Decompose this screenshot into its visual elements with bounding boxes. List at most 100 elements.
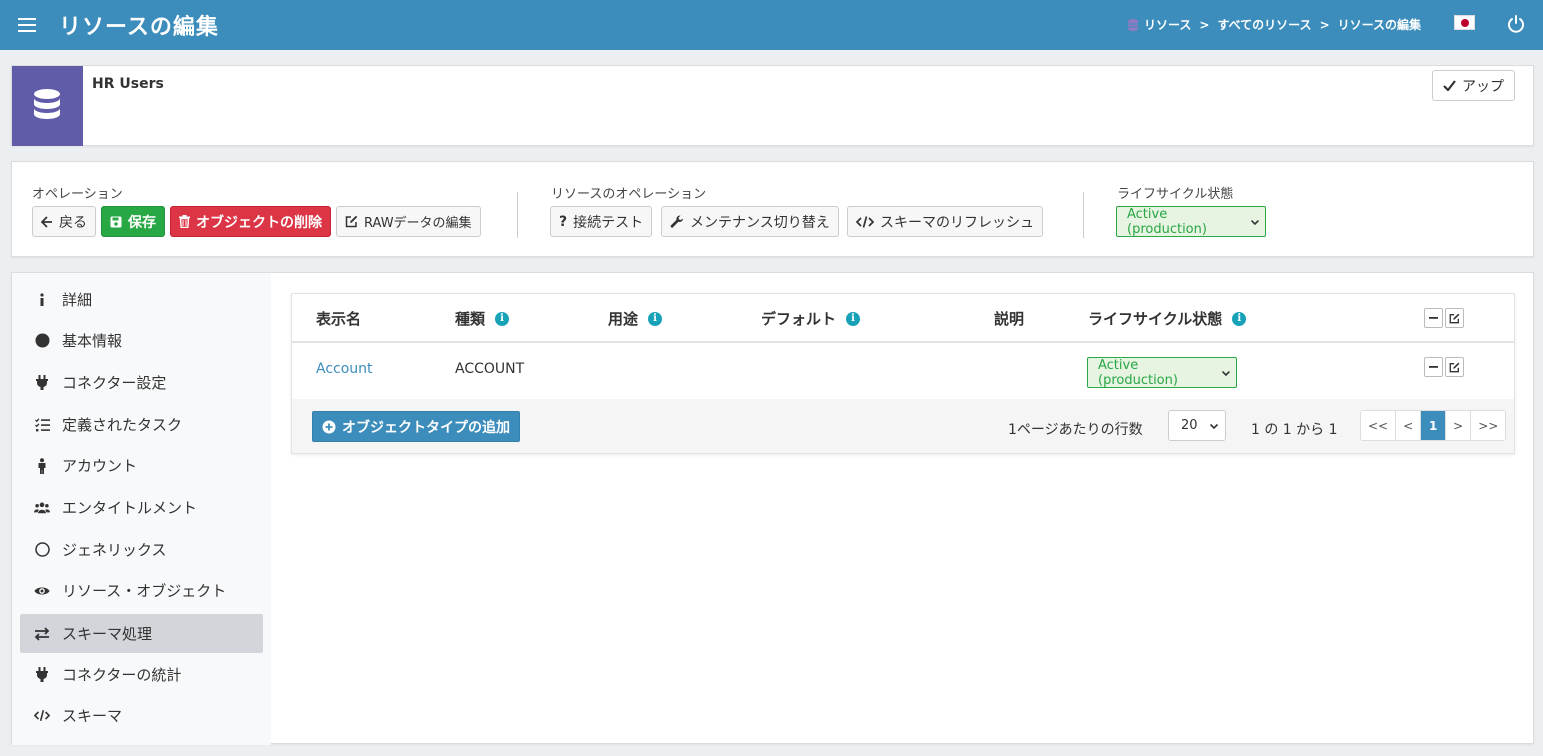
- column-header-default[interactable]: デフォルト i: [761, 308, 861, 329]
- edit-icon: [1449, 362, 1460, 372]
- display-name-link[interactable]: Account: [316, 361, 373, 377]
- info-icon[interactable]: i: [495, 311, 510, 326]
- object-summary-card: HR Users アップ: [11, 65, 1534, 146]
- column-header-description[interactable]: 説明: [994, 308, 1024, 329]
- object-name: HR Users: [92, 76, 164, 92]
- circle-outline-icon: [34, 542, 50, 558]
- add-object-type-button[interactable]: オブジェクトタイプの追加: [312, 411, 520, 442]
- rows-per-page-select[interactable]: 20: [1168, 410, 1226, 441]
- sidebar-item-label: アカウント: [62, 457, 138, 475]
- edit-raw-button[interactable]: RAWデータの編集: [336, 206, 481, 237]
- chevron-down-icon: [1222, 370, 1231, 376]
- person-icon: [34, 457, 50, 474]
- kind-cell: ACCOUNT: [455, 361, 525, 377]
- japan-flag-icon[interactable]: [1454, 15, 1475, 30]
- object-types-table: 表示名 種類 i 用途 i デフォルト i 説明 ライフサイクル状態 i Account…: [291, 293, 1515, 454]
- users-icon: [34, 500, 50, 516]
- chevron-down-icon: [1251, 219, 1260, 225]
- resource-operations-label: リソースのオペレーション: [551, 187, 707, 202]
- sidebar-item-resource-objects[interactable]: リソース・オブジェクト: [20, 571, 263, 610]
- column-header-label: ライフサイクル状態: [1088, 310, 1223, 328]
- delete-object-button-label: オブジェクトの削除: [196, 214, 322, 231]
- power-icon[interactable]: [1506, 14, 1526, 34]
- column-header-display-name[interactable]: 表示名: [316, 308, 361, 329]
- sidebar-item-label: ジェネリックス: [62, 541, 167, 559]
- plug-icon: [34, 375, 50, 391]
- info-icon[interactable]: i: [648, 311, 663, 326]
- code-icon: [34, 708, 50, 724]
- delete-object-button[interactable]: オブジェクトの削除: [170, 206, 331, 237]
- sidebar-item-label: コネクターの統計: [62, 666, 182, 684]
- breadcrumb-item-resources[interactable]: リソース: [1144, 16, 1191, 33]
- sidebar-item-tasks[interactable]: 定義されたタスク: [20, 405, 263, 444]
- exchange-icon: [34, 626, 50, 642]
- trash-icon: [179, 215, 190, 228]
- operations-label: オペレーション: [32, 187, 123, 202]
- table-header: 表示名 種類 i 用途 i デフォルト i 説明 ライフサイクル状態 i: [292, 294, 1514, 343]
- save-button-label: 保存: [128, 214, 156, 231]
- back-button[interactable]: 戻る: [32, 206, 96, 237]
- column-header-intent[interactable]: 用途 i: [608, 308, 663, 329]
- rows-per-page-label: 1ページあたりの行数: [1008, 422, 1143, 438]
- column-header-label: 用途: [608, 310, 639, 328]
- save-button[interactable]: 保存: [101, 206, 165, 237]
- row-lifecycle-select[interactable]: Active (production): [1087, 357, 1237, 388]
- row-lifecycle-value: Active (production): [1098, 357, 1178, 388]
- eye-icon: [34, 583, 50, 599]
- sidebar-item-basic[interactable]: 基本情報: [20, 321, 263, 360]
- last-page-button[interactable]: >>: [1471, 411, 1506, 440]
- edit-all-button[interactable]: [1445, 308, 1464, 328]
- rows-per-page-value: 20: [1181, 418, 1198, 433]
- info-icon[interactable]: i: [1232, 311, 1247, 326]
- sidebar-item-entitlements[interactable]: エンタイトルメント: [20, 488, 263, 527]
- database-icon: [1128, 18, 1138, 31]
- sidebar-item-accounts[interactable]: アカウント: [20, 446, 263, 485]
- test-connection-button[interactable]: ? 接続テスト: [550, 206, 653, 237]
- sidebar-item-connector-stats[interactable]: コネクターの統計: [20, 655, 263, 694]
- collapse-all-button[interactable]: [1424, 308, 1443, 328]
- sidebar-item-connector-config[interactable]: コネクター設定: [20, 363, 263, 402]
- up-button[interactable]: アップ: [1432, 70, 1515, 101]
- add-object-type-label: オブジェクトタイプの追加: [342, 419, 510, 436]
- first-page-button[interactable]: <<: [1361, 411, 1397, 440]
- toggle-maintenance-button-label: メンテナンス切り替え: [690, 214, 830, 231]
- divider: [1083, 192, 1084, 238]
- test-connection-button-label: 接続テスト: [573, 214, 644, 231]
- refresh-schema-button-label: スキーマのリフレッシュ: [880, 214, 1034, 231]
- plug-icon: [34, 667, 50, 683]
- menu-toggle-icon[interactable]: [18, 14, 36, 36]
- prev-page-button[interactable]: <: [1396, 411, 1422, 440]
- edit-row-button[interactable]: [1445, 357, 1464, 377]
- column-header-lifecycle[interactable]: ライフサイクル状態 i: [1088, 308, 1247, 329]
- page-1-button[interactable]: 1: [1421, 411, 1447, 440]
- sidebar-item-schema-handling[interactable]: スキーマ処理: [20, 614, 263, 653]
- top-header: リソースの編集 リソース > すべてのリソース > リソースの編集: [0, 0, 1543, 50]
- collapse-row-button[interactable]: [1424, 357, 1443, 377]
- lifecycle-state-select[interactable]: Active (production): [1116, 206, 1266, 237]
- sidebar-item-label: コネクター設定: [62, 374, 167, 392]
- breadcrumb-item-all-resources[interactable]: すべてのリソース: [1217, 16, 1311, 33]
- edit-raw-button-label: RAWデータの編集: [364, 216, 472, 231]
- minus-icon: [1429, 366, 1438, 368]
- sidebar-item-generics[interactable]: ジェネリックス: [20, 530, 263, 569]
- pagination-range: 1 の 1 から 1: [1251, 422, 1338, 438]
- info-icon[interactable]: i: [846, 311, 861, 326]
- column-header-kind[interactable]: 種類 i: [455, 308, 510, 329]
- column-header-label: 表示名: [316, 310, 362, 328]
- sidebar-item-label: リソース・オブジェクト: [62, 582, 227, 600]
- table-footer: オブジェクトタイプの追加 1ページあたりの行数 20 1 の 1 から 1 <<…: [292, 399, 1514, 453]
- sidebar: 詳細 基本情報 コネクター設定 定義されたタスク アカウント エンタイトルメント…: [12, 273, 271, 745]
- main-card: 詳細 基本情報 コネクター設定 定義されたタスク アカウント エンタイトルメント…: [11, 272, 1534, 745]
- plus-circle-icon: [322, 420, 336, 433]
- sidebar-item-schema[interactable]: スキーマ: [20, 696, 263, 735]
- toggle-maintenance-button[interactable]: メンテナンス切り替え: [661, 206, 839, 237]
- breadcrumb-separator: >: [1319, 17, 1330, 32]
- sidebar-item-details[interactable]: 詳細: [20, 280, 263, 319]
- column-header-label: デフォルト: [761, 310, 837, 328]
- code-icon: [856, 215, 874, 228]
- next-page-button[interactable]: >: [1446, 411, 1472, 440]
- sidebar-item-label: 基本情報: [62, 332, 123, 350]
- chevron-down-icon: [1209, 423, 1219, 429]
- refresh-schema-button[interactable]: スキーマのリフレッシュ: [847, 206, 1043, 237]
- back-button-label: 戻る: [59, 214, 87, 231]
